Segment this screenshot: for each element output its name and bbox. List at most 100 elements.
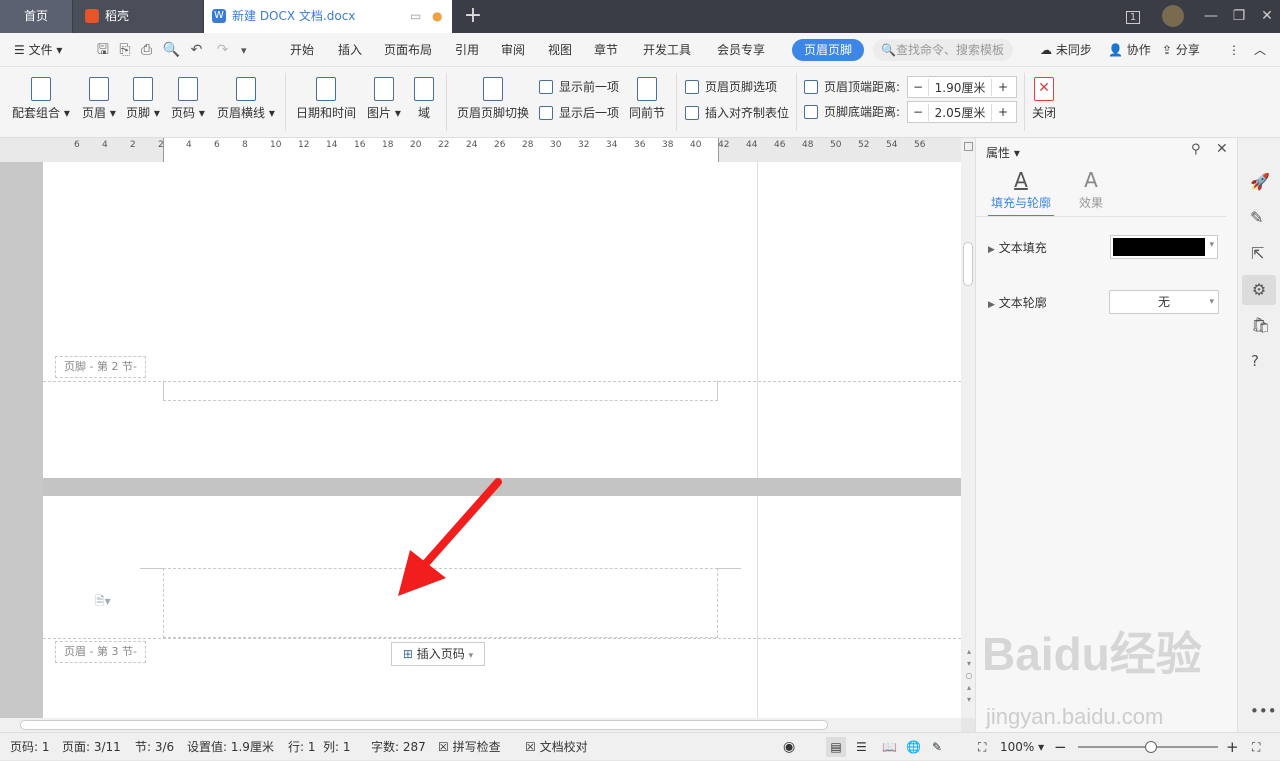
header-button[interactable]: 页眉 ▾ — [82, 77, 116, 121]
hf-options-button[interactable]: 页眉页脚选项 — [685, 77, 777, 97]
reading-view-icon[interactable]: 📖 — [882, 733, 897, 761]
ruler-toggle-icon[interactable] — [964, 142, 973, 151]
status-page[interactable]: 页面: 3/11 — [62, 733, 121, 761]
fullscreen-icon[interactable]: ⛶ — [1252, 733, 1260, 761]
panel-title[interactable]: 属性 ▾ — [986, 144, 1020, 161]
spell-check-button[interactable]: ☒ 拼写检查 — [438, 733, 501, 761]
avatar[interactable] — [1158, 0, 1188, 33]
close-hf-button[interactable]: ✕ 关闭 — [1032, 77, 1056, 121]
hf-switch-button[interactable]: 页眉页脚切换 — [457, 77, 529, 121]
restore-icon[interactable]: ❐ — [1224, 0, 1254, 33]
close-panel-icon[interactable]: ✕ — [1216, 141, 1228, 157]
more-dropdown-icon[interactable]: ▾ — [241, 44, 247, 57]
header-line-button[interactable]: 页眉横线 ▾ — [217, 77, 275, 121]
save-icon[interactable]: 🖫 — [97, 42, 109, 58]
same-as-prev-button[interactable]: 同前节 — [629, 77, 665, 121]
page-number-button[interactable]: 页码 ▾ — [171, 77, 205, 121]
status-row[interactable]: 行: 1 — [288, 733, 316, 761]
pen-icon[interactable]: ✎ — [1250, 208, 1263, 227]
decrement-icon[interactable]: − — [908, 80, 928, 94]
properties-toggle-icon[interactable]: ⚙ — [1242, 275, 1276, 305]
new-tab-button[interactable]: + — [460, 0, 486, 33]
horizontal-scrollbar[interactable] — [0, 718, 961, 732]
footer-bottom-distance-value[interactable]: 2.05厘米 — [928, 103, 992, 121]
datetime-button[interactable]: 日期和时间 — [296, 77, 356, 121]
header-options-icon[interactable]: 🗎▾ — [95, 592, 111, 613]
tab-daoke[interactable]: 稻壳 — [73, 0, 203, 33]
screen-icon[interactable]: ▭ — [410, 0, 421, 33]
header-top-distance-stepper[interactable]: − 1.90厘米 + — [907, 76, 1017, 98]
file-menu[interactable]: ☰ 文件 ▾ — [14, 33, 62, 67]
footer-button[interactable]: 页脚 ▾ — [126, 77, 160, 121]
collab-button[interactable]: 👤 协作 — [1108, 33, 1151, 67]
menu-references[interactable]: 引用 — [455, 33, 479, 67]
footer-editing-area[interactable] — [163, 381, 718, 401]
menu-developer[interactable]: 开发工具 — [643, 33, 691, 67]
footer-bottom-distance-stepper[interactable]: − 2.05厘米 + — [907, 101, 1017, 123]
command-search[interactable]: 🔍查找命令、搜索模板 — [873, 39, 1013, 61]
web-view-icon[interactable]: 🌐 — [906, 733, 921, 761]
status-setting[interactable]: 设置值: 1.9厘米 — [187, 733, 274, 761]
vertical-scroll-thumb[interactable] — [963, 242, 973, 286]
status-section[interactable]: 节: 3/6 — [135, 733, 174, 761]
menu-header-footer[interactable]: 页眉页脚 — [792, 39, 865, 61]
increment-icon[interactable]: + — [992, 80, 1014, 94]
write-mode-icon[interactable]: ✎ — [932, 733, 942, 761]
text-fill-row[interactable]: ▶ 文本填充 — [988, 239, 1047, 256]
more-menu-icon[interactable]: ⋮ — [1228, 33, 1240, 67]
page-2[interactable]: 页脚 - 第 2 节- — [43, 162, 961, 478]
menu-start[interactable]: 开始 — [290, 33, 314, 67]
field-button[interactable]: 域 — [414, 77, 434, 121]
fit-page-icon[interactable]: ⛶ — [978, 733, 986, 761]
status-col[interactable]: 列: 1 — [323, 733, 351, 761]
menu-page-layout[interactable]: 页面布局 — [384, 33, 432, 67]
zoom-in-icon[interactable]: + — [1226, 733, 1239, 761]
format-painter-icon[interactable]: ⎘ — [119, 42, 130, 58]
set-combo-button[interactable]: 配套组合 ▾ — [12, 77, 70, 121]
share-button[interactable]: ⇪ 分享 — [1162, 33, 1200, 67]
zoom-slider-thumb[interactable] — [1145, 741, 1157, 753]
pin-icon[interactable]: ⚲ — [1191, 142, 1201, 157]
horizontal-ruler[interactable]: 6 4 2 2 4 6 8 10 12 14 16 18 20 22 24 26 28 30 32 34 36 38 40 4… — [0, 138, 961, 162]
collapse-ribbon-icon[interactable]: ︿ — [1254, 33, 1266, 67]
zoom-select[interactable]: 100% ▾ — [1000, 733, 1044, 761]
redo-icon[interactable]: ↷ — [217, 42, 229, 58]
doc-proof-button[interactable]: ☒ 文档校对 — [525, 733, 588, 761]
eye-icon[interactable]: ◉ — [783, 733, 795, 761]
menu-insert[interactable]: 插入 — [338, 33, 362, 67]
document-area[interactable]: 页脚 - 第 2 节- 🗎▾ 页眉 - 第 3 节- — [0, 162, 961, 718]
minimize-icon[interactable]: — — [1196, 0, 1226, 33]
window-count-badge[interactable]: 1 — [1125, 11, 1141, 24]
menu-chapter[interactable]: 章节 — [594, 33, 618, 67]
menu-member[interactable]: 会员专享 — [717, 33, 765, 67]
outline-view-icon[interactable]: ☰ — [856, 733, 867, 761]
close-window-icon[interactable]: ✕ — [1252, 0, 1280, 33]
undo-icon[interactable]: ↶ — [191, 42, 203, 58]
page-view-icon[interactable]: ▤ — [826, 737, 846, 757]
picture-button[interactable]: 图片 ▾ — [367, 77, 401, 121]
header-top-distance-value[interactable]: 1.90厘米 — [928, 78, 992, 96]
bag-icon[interactable]: 🛍 — [1251, 316, 1270, 334]
insert-align-tab-button[interactable]: 插入对齐制表位 — [685, 103, 789, 123]
text-outline-select[interactable]: 无 ▾ — [1109, 290, 1219, 314]
increment-icon[interactable]: + — [992, 105, 1014, 119]
status-word-count[interactable]: 字数: 287 — [371, 733, 426, 761]
show-next-button[interactable]: 显示后一项 — [539, 103, 619, 123]
menu-review[interactable]: 审阅 — [501, 33, 525, 67]
tab-home[interactable]: 首页 — [0, 0, 72, 33]
print-icon[interactable]: ⎙ — [141, 42, 152, 58]
insert-page-number-button[interactable]: ⊞ 插入页码 ▾ — [391, 642, 485, 666]
tab-document[interactable]: W 新建 DOCX 文档.docx ▭ ● — [204, 0, 452, 33]
cursor-icon[interactable]: ⇱ — [1251, 244, 1264, 263]
sync-button[interactable]: ☁ 未同步 — [1040, 33, 1092, 67]
vertical-scrollbar[interactable]: ▴ ▾ ○ ▴ ▾ — [961, 138, 975, 718]
preview-icon[interactable]: 🔍 — [163, 42, 180, 58]
horizontal-scroll-thumb[interactable] — [20, 720, 828, 730]
more-dots-icon[interactable]: ••• — [1250, 702, 1277, 720]
page-nav-icons[interactable]: ▴ ▾ ○ ▴ ▾ — [964, 646, 974, 706]
zoom-slider[interactable] — [1078, 741, 1218, 753]
text-outline-row[interactable]: ▶ 文本轮廓 — [988, 294, 1047, 311]
text-fill-color-picker[interactable]: ▾ — [1110, 235, 1218, 259]
menu-view[interactable]: 视图 — [548, 33, 572, 67]
tab-fill-outline[interactable]: A 填充与轮廓 — [988, 168, 1054, 217]
